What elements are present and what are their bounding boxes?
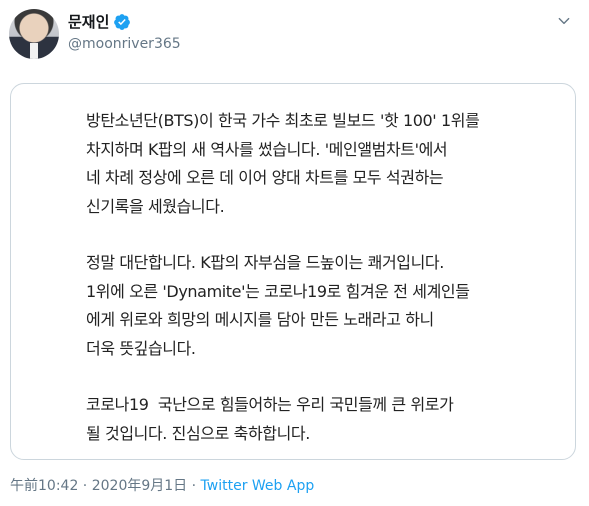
tweet-image-text: 방탄소년단(BTS)이 한국 가수 최초로 빌보드 '핫 100' 1위를 차지… [86,107,506,448]
verified-badge-icon [113,13,131,31]
paragraph-1: 방탄소년단(BTS)이 한국 가수 최초로 빌보드 '핫 100' 1위를 차지… [86,111,480,216]
more-options-button[interactable] [554,12,574,32]
name-row: 문재인 [68,12,181,32]
display-name[interactable]: 문재인 [68,12,109,32]
meta-separator: · [187,478,201,494]
handle[interactable]: @moonriver365 [68,34,181,54]
timestamp-date[interactable]: 2020年9月1日 [92,478,187,494]
avatar[interactable] [9,9,59,59]
paragraph-3: 코로나19 국난으로 힘들어하는 우리 국민들께 큰 위로가 될 것입니다. 진… [86,395,454,443]
avatar-shirt [30,43,38,59]
tweet-meta: 午前10:42 · 2020年9月1日 · Twitter Web App [10,476,314,496]
paragraph-2: 정말 대단합니다. K팝의 자부심을 드높이는 쾌거입니다. 1위에 오른 'D… [86,253,470,358]
chevron-down-icon [557,13,571,32]
tweet: 문재인 @moonriver365 방탄소년단(BTS)이 한국 가수 최초로 … [0,0,589,506]
tweet-header: 문재인 @moonriver365 [68,12,181,54]
timestamp-time[interactable]: 午前10:42 [10,478,78,494]
source-link[interactable]: Twitter Web App [201,478,315,494]
meta-separator: · [78,478,92,494]
